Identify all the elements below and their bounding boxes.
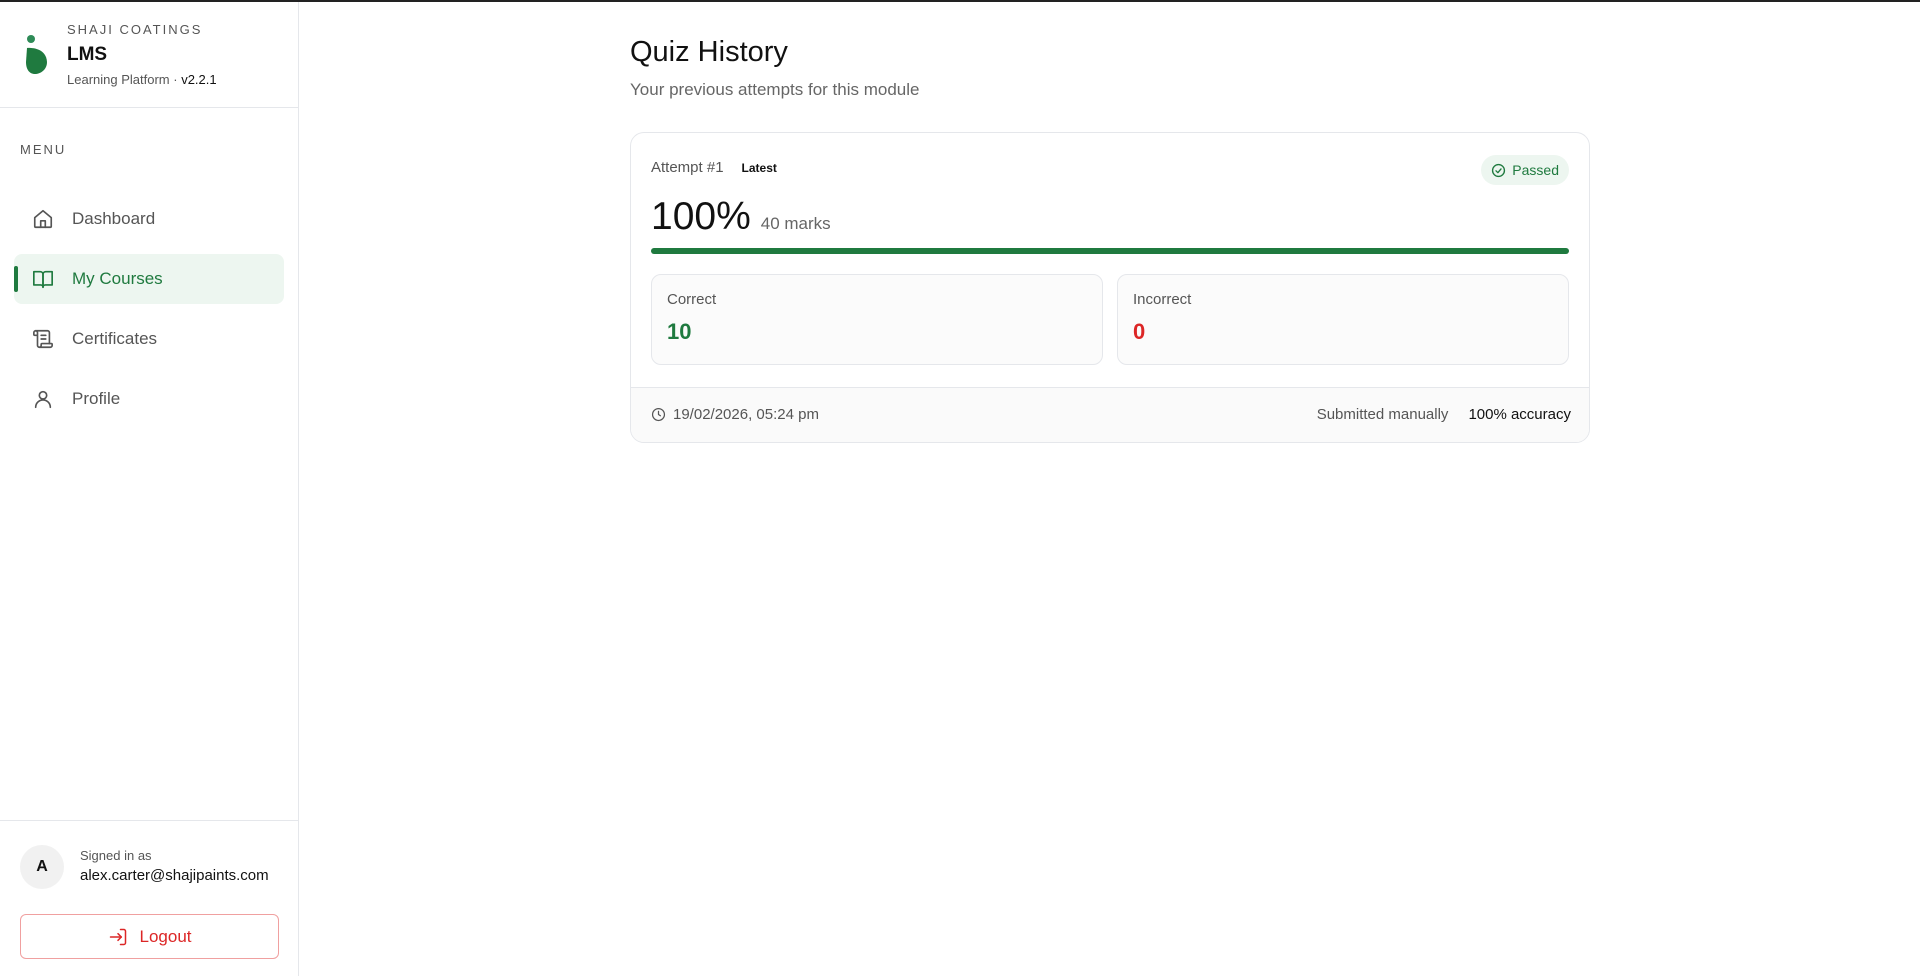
attempt-timestamp: 19/02/2026, 05:24 pm [651, 406, 819, 423]
attempt-footer: 19/02/2026, 05:24 pm Submitted manually … [631, 387, 1589, 442]
score-progress-fill [651, 248, 1569, 254]
incorrect-stat: Incorrect 0 [1117, 274, 1569, 365]
correct-label: Correct [667, 291, 717, 308]
sidebar-item-my-courses[interactable]: My Courses [14, 254, 284, 304]
status-badge: Passed [1481, 155, 1569, 185]
home-icon [32, 208, 54, 230]
platform-label: Learning Platform · [67, 72, 178, 87]
sidebar: SHAJI COATINGS LMS Learning Platform · v… [0, 2, 299, 976]
accuracy-label: 100% accuracy [1468, 406, 1571, 423]
signed-in-label: Signed in as [80, 848, 152, 863]
logout-button[interactable]: Logout [20, 914, 279, 959]
score-marks: 40 marks [760, 214, 831, 233]
sidebar-item-label: Profile [72, 389, 121, 408]
attempt-card: Attempt #1 Latest Passed 100% 40 marks C… [630, 132, 1590, 443]
score-percent: 100% [651, 195, 751, 238]
submission-type: Submitted manually [1316, 406, 1449, 423]
incorrect-value: 0 [1133, 319, 1146, 344]
sidebar-item-label: Dashboard [72, 209, 156, 228]
user-icon [32, 388, 54, 410]
book-open-icon [32, 268, 54, 290]
page-subtitle: Your previous attempts for this module [630, 80, 920, 99]
correct-stat: Correct 10 [651, 274, 1103, 365]
menu-title: MENU [20, 142, 67, 157]
brand-header: SHAJI COATINGS LMS Learning Platform · v… [0, 2, 299, 108]
correct-value: 10 [667, 319, 692, 344]
brand-company: SHAJI COATINGS [67, 22, 203, 37]
brand-name: LMS [67, 44, 108, 65]
sidebar-item-label: Certificates [72, 329, 158, 348]
check-circle-icon [1491, 163, 1506, 178]
page-title: Quiz History [630, 36, 788, 68]
score-progress-bar [651, 248, 1569, 254]
avatar: A [20, 845, 64, 889]
score-row: 100% 40 marks [651, 195, 831, 239]
sidebar-item-certificates[interactable]: Certificates [14, 314, 284, 364]
incorrect-label: Incorrect [1133, 291, 1192, 308]
attempt-header: Attempt #1 Latest [651, 159, 777, 176]
clock-icon [651, 407, 666, 422]
attempt-meta: Submitted manually 100% accuracy [1317, 406, 1571, 423]
version-label: v2.2.1 [181, 72, 217, 87]
sidebar-item-dashboard[interactable]: Dashboard [14, 194, 284, 244]
brand-subtitle: Learning Platform · v2.2.1 [67, 72, 217, 87]
logout-icon [108, 927, 128, 947]
sidebar-item-profile[interactable]: Profile [14, 374, 284, 424]
sidebar-nav: Dashboard My Courses Certificates Profil… [14, 194, 284, 434]
leaf-logo-icon [24, 34, 50, 74]
sidebar-item-label: My Courses [72, 269, 163, 288]
timestamp-text: 19/02/2026, 05:24 pm [673, 406, 819, 423]
scroll-icon [32, 328, 54, 350]
status-label: Passed [1512, 162, 1559, 178]
attempt-label: Attempt #1 [651, 159, 724, 176]
user-email: alex.carter@shajipaints.com [80, 867, 269, 884]
logout-label: Logout [139, 926, 192, 946]
latest-badge: Latest [741, 160, 777, 175]
user-panel: A Signed in as alex.carter@shajipaints.c… [0, 820, 299, 976]
